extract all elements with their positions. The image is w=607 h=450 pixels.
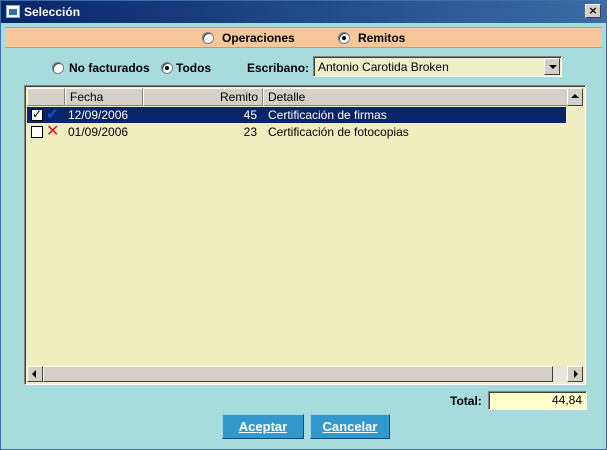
- radio-operaciones[interactable]: Operaciones: [202, 31, 295, 45]
- column-header-detalle[interactable]: Detalle: [263, 88, 568, 106]
- radio-todos-label: Todos: [176, 61, 212, 75]
- remitos-grid: Fecha Remito Detalle ✔ 12/09/2006 45 Cer…: [24, 85, 586, 385]
- cell-detalle: Certificación de firmas: [268, 108, 387, 122]
- total-value: 44,84: [488, 391, 587, 410]
- table-row[interactable]: ✕ 01/09/2006 23 Certificación de fotocop…: [27, 121, 566, 140]
- radio-no-facturados-label: No facturados: [69, 61, 150, 75]
- radio-unselected-icon: [202, 32, 214, 44]
- scrollbar-thumb[interactable]: [43, 366, 553, 382]
- cell-detalle: Certificación de fotocopias: [268, 125, 409, 139]
- cell-fecha: 01/09/2006: [68, 125, 129, 139]
- window-title: Selección: [24, 5, 81, 19]
- cell-fecha: 12/09/2006: [68, 108, 129, 122]
- chevron-down-icon[interactable]: [544, 58, 560, 75]
- accept-button[interactable]: Aceptar: [222, 414, 304, 439]
- escribano-label: Escribano:: [247, 61, 310, 75]
- grid-header: Fecha Remito Detalle: [27, 88, 583, 106]
- close-button[interactable]: ×: [585, 4, 601, 18]
- scroll-right-icon[interactable]: [567, 366, 583, 382]
- selection-dialog: Selección × Operaciones Remitos No factu…: [0, 0, 607, 450]
- row-checkbox[interactable]: [31, 107, 43, 121]
- cancel-button[interactable]: Cancelar: [310, 414, 390, 439]
- window-icon: [6, 5, 20, 18]
- scroll-left-icon[interactable]: [27, 366, 43, 382]
- radio-remitos-label: Remitos: [358, 31, 406, 45]
- column-header-select[interactable]: [27, 88, 65, 106]
- cell-remito: 23: [243, 125, 257, 139]
- column-header-fecha[interactable]: Fecha: [65, 88, 143, 106]
- total-label: Total:: [450, 394, 482, 408]
- mode-selector-bar: Operaciones Remitos: [5, 27, 602, 48]
- cell-remito: 45: [243, 108, 257, 122]
- radio-remitos[interactable]: Remitos: [338, 31, 405, 45]
- radio-selected-icon: [338, 32, 350, 44]
- title-bar: Selección ×: [1, 1, 606, 23]
- cross-icon: ✕: [46, 121, 60, 140]
- escribano-dropdown[interactable]: Antonio Carotida Broken: [313, 56, 562, 77]
- table-row[interactable]: ✔ 12/09/2006 45 Certificación de firmas: [27, 105, 566, 123]
- radio-operaciones-label: Operaciones: [222, 31, 295, 45]
- column-header-remito[interactable]: Remito: [143, 88, 263, 106]
- scroll-up-icon[interactable]: [567, 88, 583, 106]
- escribano-value: Antonio Carotida Broken: [318, 60, 449, 74]
- row-checkbox[interactable]: [31, 126, 43, 138]
- radio-selected-icon: [161, 62, 173, 74]
- radio-no-facturados[interactable]: No facturados: [52, 61, 150, 75]
- radio-unselected-icon: [52, 62, 64, 74]
- horizontal-scrollbar[interactable]: [27, 366, 583, 382]
- radio-todos[interactable]: Todos: [161, 61, 211, 75]
